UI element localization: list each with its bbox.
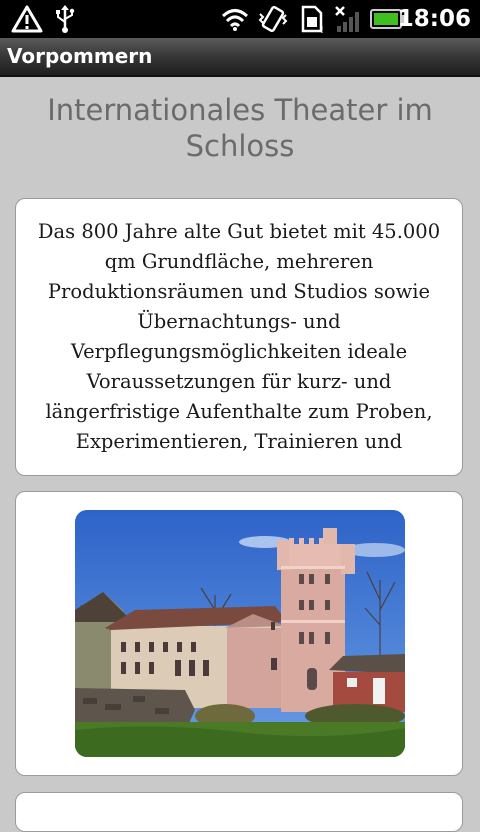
castle-photo[interactable] [75, 510, 405, 757]
warning-icon [10, 3, 44, 35]
page-title: Internationales Theater im Schloss [47, 93, 433, 163]
clock: 18:06 [397, 6, 471, 32]
description-text: Das 800 Jahre alte Gut bietet mit 45.000… [37, 220, 441, 453]
app-title-bar: Vorpommern [0, 38, 480, 77]
status-bar: ! 18:06 [0, 0, 480, 38]
usb-icon [52, 3, 78, 35]
signal-icon [333, 3, 363, 35]
app-title: Vorpommern [7, 44, 153, 68]
image-card[interactable] [15, 491, 463, 776]
sim-icon: ! [298, 3, 326, 35]
svg-text:!: ! [320, 25, 324, 34]
description-card[interactable]: Das 800 Jahre alte Gut bietet mit 45.000… [15, 198, 463, 476]
wifi-icon [219, 3, 251, 35]
next-card[interactable] [15, 792, 463, 832]
vibrate-icon [257, 3, 289, 35]
